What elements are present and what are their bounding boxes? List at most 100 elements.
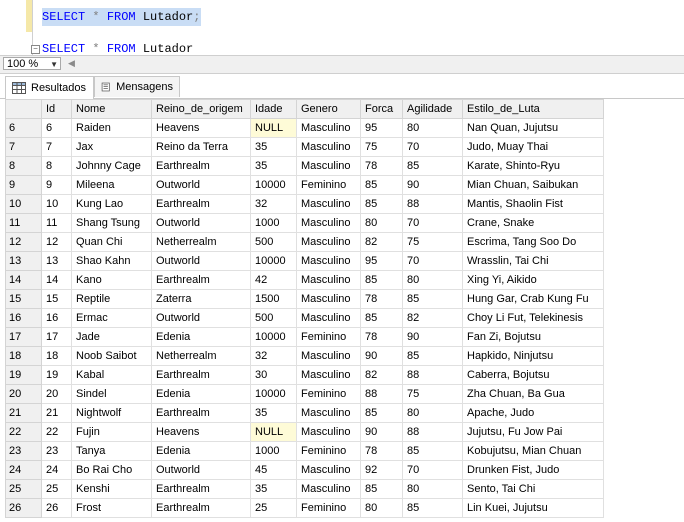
table-cell[interactable]: Reino da Terra	[151, 137, 251, 157]
table-row[interactable]: 15 15 Reptile Zaterra 1500 Masculino 78 85 Hung …	[5, 289, 604, 309]
table-cell[interactable]: Outworld	[151, 251, 251, 271]
table-cell[interactable]: 88	[360, 384, 403, 404]
column-header[interactable]: Id	[41, 99, 72, 119]
row-number[interactable]: 6	[5, 118, 42, 138]
table-row[interactable]: 17 17 Jade Edenia 10000 Feminino 78 90 Fan Zi, B…	[5, 327, 604, 347]
table-cell[interactable]: 10	[41, 194, 72, 214]
row-number[interactable]: 26	[5, 498, 42, 518]
table-row[interactable]: 14 14 Kano Earthrealm 42 Masculino 85 80 Xing Yi…	[5, 270, 604, 290]
table-cell[interactable]: 85	[360, 194, 403, 214]
table-cell[interactable]: Masculino	[296, 213, 361, 233]
table-cell[interactable]: Mileena	[71, 175, 152, 195]
row-number[interactable]: 23	[5, 441, 42, 461]
table-cell[interactable]: Shang Tsung	[71, 213, 152, 233]
row-number[interactable]: 17	[5, 327, 42, 347]
table-cell[interactable]: Masculino	[296, 403, 361, 423]
table-cell[interactable]: 90	[402, 327, 463, 347]
table-row[interactable]: 6 6 Raiden Heavens NULL Masculino 95 80 Nan Quan…	[5, 118, 604, 138]
table-cell[interactable]: 70	[402, 251, 463, 271]
table-cell[interactable]: Masculino	[296, 346, 361, 366]
table-cell[interactable]: Shao Kahn	[71, 251, 152, 271]
table-cell[interactable]: Escrima, Tang Soo Do	[462, 232, 604, 252]
table-cell[interactable]: Netherrealm	[151, 346, 251, 366]
table-cell[interactable]: Outworld	[151, 460, 251, 480]
row-number[interactable]: 19	[5, 365, 42, 385]
table-cell[interactable]: Outworld	[151, 175, 251, 195]
table-row[interactable]: 10 10 Kung Lao Earthrealm 32 Masculino 85 88 Man…	[5, 194, 604, 214]
row-number[interactable]: 25	[5, 479, 42, 499]
table-cell[interactable]: Nightwolf	[71, 403, 152, 423]
table-cell[interactable]: Earthrealm	[151, 403, 251, 423]
table-cell[interactable]: Lin Kuei, Jujutsu	[462, 498, 604, 518]
table-cell[interactable]: 15	[41, 289, 72, 309]
sql-editor[interactable]: SELECT * FROM Lutador; − SELECT * FROM L…	[0, 0, 684, 56]
table-cell[interactable]: Earthrealm	[151, 498, 251, 518]
row-number[interactable]: 10	[5, 194, 42, 214]
table-cell[interactable]: Mian Chuan, Saibukan	[462, 175, 604, 195]
table-cell[interactable]: 32	[250, 194, 297, 214]
scroll-left-icon[interactable]: ◀	[68, 58, 75, 69]
table-cell[interactable]: 75	[402, 232, 463, 252]
table-cell[interactable]: Kano	[71, 270, 152, 290]
table-row[interactable]: 11 11 Shang Tsung Outworld 1000 Masculino 80 70…	[5, 213, 604, 233]
table-cell[interactable]: 35	[250, 156, 297, 176]
row-number[interactable]: 9	[5, 175, 42, 195]
table-cell[interactable]: Feminino	[296, 498, 361, 518]
table-cell[interactable]: 11	[41, 213, 72, 233]
row-number[interactable]: 7	[5, 137, 42, 157]
table-cell[interactable]: Reptile	[71, 289, 152, 309]
sql-line-1[interactable]: SELECT * FROM Lutador;	[42, 8, 202, 26]
table-cell[interactable]: 9	[41, 175, 72, 195]
table-cell[interactable]: Masculino	[296, 289, 361, 309]
table-cell[interactable]: Mantis, Shaolin Fist	[462, 194, 604, 214]
row-number[interactable]: 20	[5, 384, 42, 404]
table-cell[interactable]: 10000	[250, 327, 297, 347]
table-cell[interactable]: Masculino	[296, 479, 361, 499]
table-cell[interactable]: 85	[360, 403, 403, 423]
table-cell[interactable]: 78	[360, 156, 403, 176]
table-cell[interactable]: Earthrealm	[151, 479, 251, 499]
table-cell[interactable]: 70	[402, 137, 463, 157]
table-cell[interactable]: 25	[250, 498, 297, 518]
table-cell[interactable]: Bo Rai Cho	[71, 460, 152, 480]
row-number[interactable]: 21	[5, 403, 42, 423]
collapse-icon[interactable]: −	[31, 45, 40, 54]
table-cell[interactable]: 26	[41, 498, 72, 518]
row-number[interactable]: 15	[5, 289, 42, 309]
table-cell[interactable]: Choy Li Fut, Telekinesis	[462, 308, 604, 328]
table-cell[interactable]: 12	[41, 232, 72, 252]
tab-mensagens[interactable]: Mensagens	[94, 76, 180, 97]
table-cell[interactable]: 88	[402, 194, 463, 214]
table-cell[interactable]: Earthrealm	[151, 156, 251, 176]
table-cell[interactable]: 85	[402, 289, 463, 309]
table-cell[interactable]: 10000	[250, 175, 297, 195]
table-cell[interactable]: Wrasslin, Tai Chi	[462, 251, 604, 271]
table-cell[interactable]: 1000	[250, 441, 297, 461]
table-cell[interactable]: 85	[402, 346, 463, 366]
table-cell[interactable]: 80	[360, 498, 403, 518]
table-cell[interactable]: Heavens	[151, 422, 251, 442]
table-cell[interactable]: 88	[402, 422, 463, 442]
grid-corner[interactable]	[5, 99, 42, 119]
table-cell[interactable]: Kabal	[71, 365, 152, 385]
column-header[interactable]: Reino_de_origem	[151, 99, 251, 119]
table-cell[interactable]: Judo, Muay Thai	[462, 137, 604, 157]
table-cell[interactable]: Netherrealm	[151, 232, 251, 252]
table-row[interactable]: 25 25 Kenshi Earthrealm 35 Masculino 85 80 Sento…	[5, 479, 604, 499]
table-cell[interactable]: Xing Yi, Aikido	[462, 270, 604, 290]
table-row[interactable]: 23 23 Tanya Edenia 1000 Feminino 78 85 Kobujutsu…	[5, 441, 604, 461]
table-cell[interactable]: Masculino	[296, 156, 361, 176]
table-cell[interactable]: 95	[360, 118, 403, 138]
table-cell[interactable]: 78	[360, 327, 403, 347]
table-cell[interactable]: Masculino	[296, 118, 361, 138]
column-header[interactable]: Agilidade	[402, 99, 463, 119]
row-number[interactable]: 16	[5, 308, 42, 328]
table-cell[interactable]: Kobujutsu, Mian Chuan	[462, 441, 604, 461]
table-cell[interactable]: 90	[360, 422, 403, 442]
table-cell[interactable]: Frost	[71, 498, 152, 518]
table-cell[interactable]: 21	[41, 403, 72, 423]
table-cell[interactable]: 85	[402, 441, 463, 461]
table-cell[interactable]: 85	[360, 479, 403, 499]
table-cell[interactable]: 75	[402, 384, 463, 404]
table-cell[interactable]: 45	[250, 460, 297, 480]
